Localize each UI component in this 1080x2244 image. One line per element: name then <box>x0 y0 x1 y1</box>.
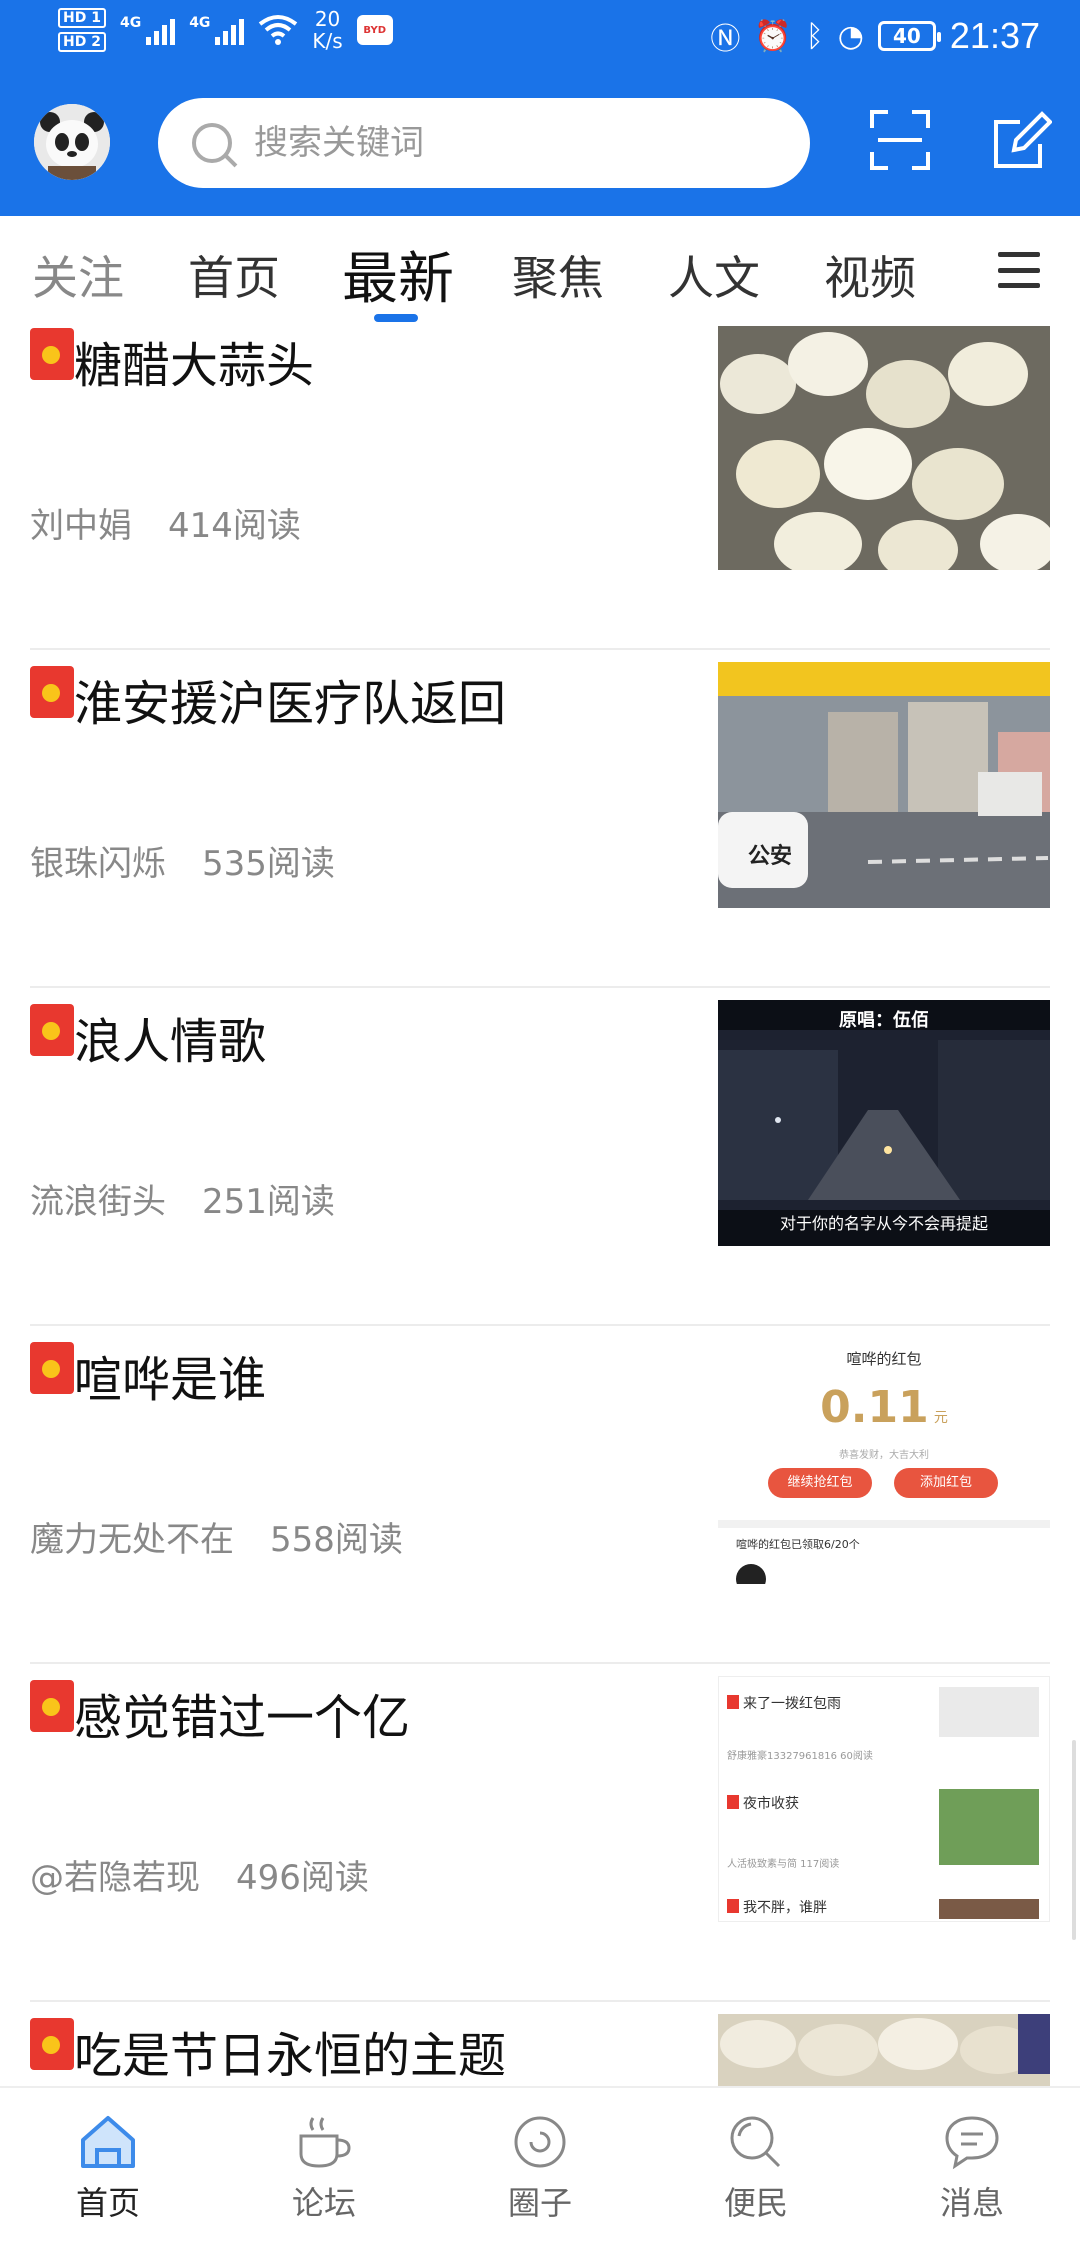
garlic-thumbnail <box>718 326 1050 570</box>
home-icon <box>81 2116 135 2168</box>
article-title: 感觉错过一个亿 <box>74 1690 411 1746</box>
article-title: 吃是节日永恒的主题 <box>74 2028 507 2084</box>
article-reads: 414阅读 <box>168 506 301 546</box>
article-reads: 558阅读 <box>270 1520 403 1560</box>
article-meta: 银珠闪烁 535阅读 <box>30 836 335 885</box>
chat-icon <box>945 2116 999 2170</box>
wifi-icon <box>259 15 298 45</box>
thumb-top-text: 原唱：伍佰 <box>839 1010 929 1031</box>
bottom-navigation: 首页 论坛 圈子 便民 消息 <box>0 2086 1080 2244</box>
cup-icon <box>299 2117 351 2168</box>
menu-icon[interactable] <box>998 252 1040 288</box>
signal-1-icon: 4G <box>119 15 176 45</box>
night-street-thumbnail: 原唱：伍佰 对于你的名字从今不会再提起 <box>718 1000 1050 1246</box>
status-left: HD 1 HD 2 4G 4G 20 K/s BYD <box>58 8 393 52</box>
tab-follow[interactable]: 关注 <box>32 242 124 308</box>
nav-home[interactable]: 首页 <box>0 2088 216 2244</box>
article-meta: 刘中娟 414阅读 <box>30 498 301 547</box>
channel-tabs: 关注 首页 最新 聚焦 人文 视频 <box>0 216 1080 326</box>
panda-avatar-icon <box>34 104 110 180</box>
active-tab-indicator <box>374 314 418 322</box>
list-item[interactable]: 糖醋大蒜头 刘中娟 414阅读 <box>0 326 1080 650</box>
net-speed: 20 K/s <box>312 7 343 53</box>
list-item[interactable]: 淮安援沪医疗队返回 银珠闪烁 535阅读 公安 <box>0 650 1080 988</box>
net1-label: 4G <box>119 15 142 31</box>
scrollbar[interactable] <box>1072 1740 1076 1940</box>
street-thumbnail: 公安 <box>718 662 1050 908</box>
nav-messages[interactable]: 消息 <box>864 2088 1080 2244</box>
feed-screenshot-thumbnail: 来了一拨红包雨 舒康雅豪13327961816 60阅读 夜市收获 人活极致素与… <box>718 1676 1050 1922</box>
alarm-icon: ⏰ <box>754 18 792 54</box>
signal-2-icon: 4G <box>189 15 245 45</box>
red-packet-icon <box>30 1004 74 1056</box>
thumb-subtitle: 对于你的名字从今不会再提起 <box>779 1214 988 1233</box>
nav-forum[interactable]: 论坛 <box>216 2088 432 2244</box>
clock: 21:37 <box>949 15 1040 56</box>
status-right: Ⓝ ⏰ ᛒ ◔ 40 21:37 <box>710 14 1040 58</box>
bluetooth-icon: ᛒ <box>805 18 824 54</box>
article-meta: @若隐若现 496阅读 <box>30 1850 369 1899</box>
article-meta: 魔力无处不在 558阅读 <box>30 1512 403 1561</box>
tab-video[interactable]: 视频 <box>824 242 916 308</box>
tab-home[interactable]: 首页 <box>188 242 280 308</box>
article-reads: 535阅读 <box>202 844 335 884</box>
article-author: 银珠闪烁 <box>30 844 166 884</box>
hd1-label: HD 1 <box>58 8 106 28</box>
red-packet-icon <box>30 328 74 380</box>
article-feed[interactable]: 糖醋大蒜头 刘中娟 414阅读 淮安援沪医疗队返回 银珠闪烁 535阅读 公安 … <box>0 326 1080 2086</box>
article-title: 喧哗是谁 <box>74 1352 267 1408</box>
article-author: 刘中娟 <box>30 506 132 546</box>
article-author: 流浪街头 <box>30 1182 166 1222</box>
article-title: 浪人情歌 <box>74 1014 267 1070</box>
app-screen: HD 1 HD 2 4G 4G 20 K/s BYD Ⓝ ⏰ ᛒ ◔ 40 21… <box>0 0 1080 2244</box>
search-icon <box>192 123 232 163</box>
speedometer-icon: ◔ <box>837 18 864 54</box>
red-packet-icon <box>30 1342 74 1394</box>
status-bar: HD 1 HD 2 4G 4G 20 K/s BYD Ⓝ ⏰ ᛒ ◔ 40 21… <box>0 0 1080 72</box>
nfc-icon: Ⓝ <box>710 22 741 57</box>
article-reads: 496阅读 <box>236 1858 369 1898</box>
app-notification-icon: BYD <box>356 15 393 45</box>
thumb-caption: 公安 <box>748 844 793 869</box>
list-item[interactable]: 吃是节日永恒的主题 <box>0 2002 1080 2086</box>
nav-services[interactable]: 便民 <box>648 2088 864 2244</box>
article-meta: 流浪街头 251阅读 <box>30 1174 335 1223</box>
tab-latest[interactable]: 最新 <box>342 234 454 315</box>
article-reads: 251阅读 <box>202 1182 335 1222</box>
article-title: 糖醋大蒜头 <box>74 338 315 394</box>
article-author: 魔力无处不在 <box>30 1520 234 1560</box>
article-title: 淮安援沪医疗队返回 <box>74 676 507 732</box>
net2-label: 4G <box>189 15 211 31</box>
article-author: @若隐若现 <box>30 1858 200 1898</box>
tab-culture[interactable]: 人文 <box>668 242 760 308</box>
list-item[interactable]: 感觉错过一个亿 @若隐若现 496阅读 来了一拨红包雨 舒康雅豪133279618… <box>0 1664 1080 2002</box>
battery-icon: 40 <box>877 21 941 51</box>
compose-icon[interactable] <box>990 110 1052 172</box>
scan-icon[interactable] <box>868 108 932 172</box>
search-icon <box>730 2116 781 2168</box>
hd2-label: HD 2 <box>58 32 106 52</box>
dumplings-thumbnail <box>718 2014 1050 2086</box>
top-header: HD 1 HD 2 4G 4G 20 K/s BYD Ⓝ ⏰ ᛒ ◔ 40 21… <box>0 0 1080 216</box>
red-packet-icon <box>30 666 74 718</box>
red-packet-icon <box>30 1680 74 1732</box>
search-input[interactable] <box>254 123 774 163</box>
circle-icon <box>514 2116 566 2168</box>
tab-focus[interactable]: 聚焦 <box>512 242 604 308</box>
red-packet-thumbnail: 喧哗的红包 0.11 元 恭喜发财，大吉大利 继续抢红包 添加红包 喧哗的红包已… <box>718 1338 1050 1584</box>
list-item[interactable]: 浪人情歌 流浪街头 251阅读 原唱：伍佰 对于你的名字从今不会再提起 <box>0 988 1080 1326</box>
list-item[interactable]: 喧哗是谁 魔力无处不在 558阅读 喧哗的红包 0.11 元 恭喜发财，大吉大利 … <box>0 1326 1080 1664</box>
red-packet-icon <box>30 2018 74 2070</box>
hd-indicators: HD 1 HD 2 <box>58 8 106 52</box>
avatar[interactable] <box>34 104 110 180</box>
search-bar[interactable] <box>158 98 810 188</box>
nav-circle[interactable]: 圈子 <box>432 2088 648 2244</box>
